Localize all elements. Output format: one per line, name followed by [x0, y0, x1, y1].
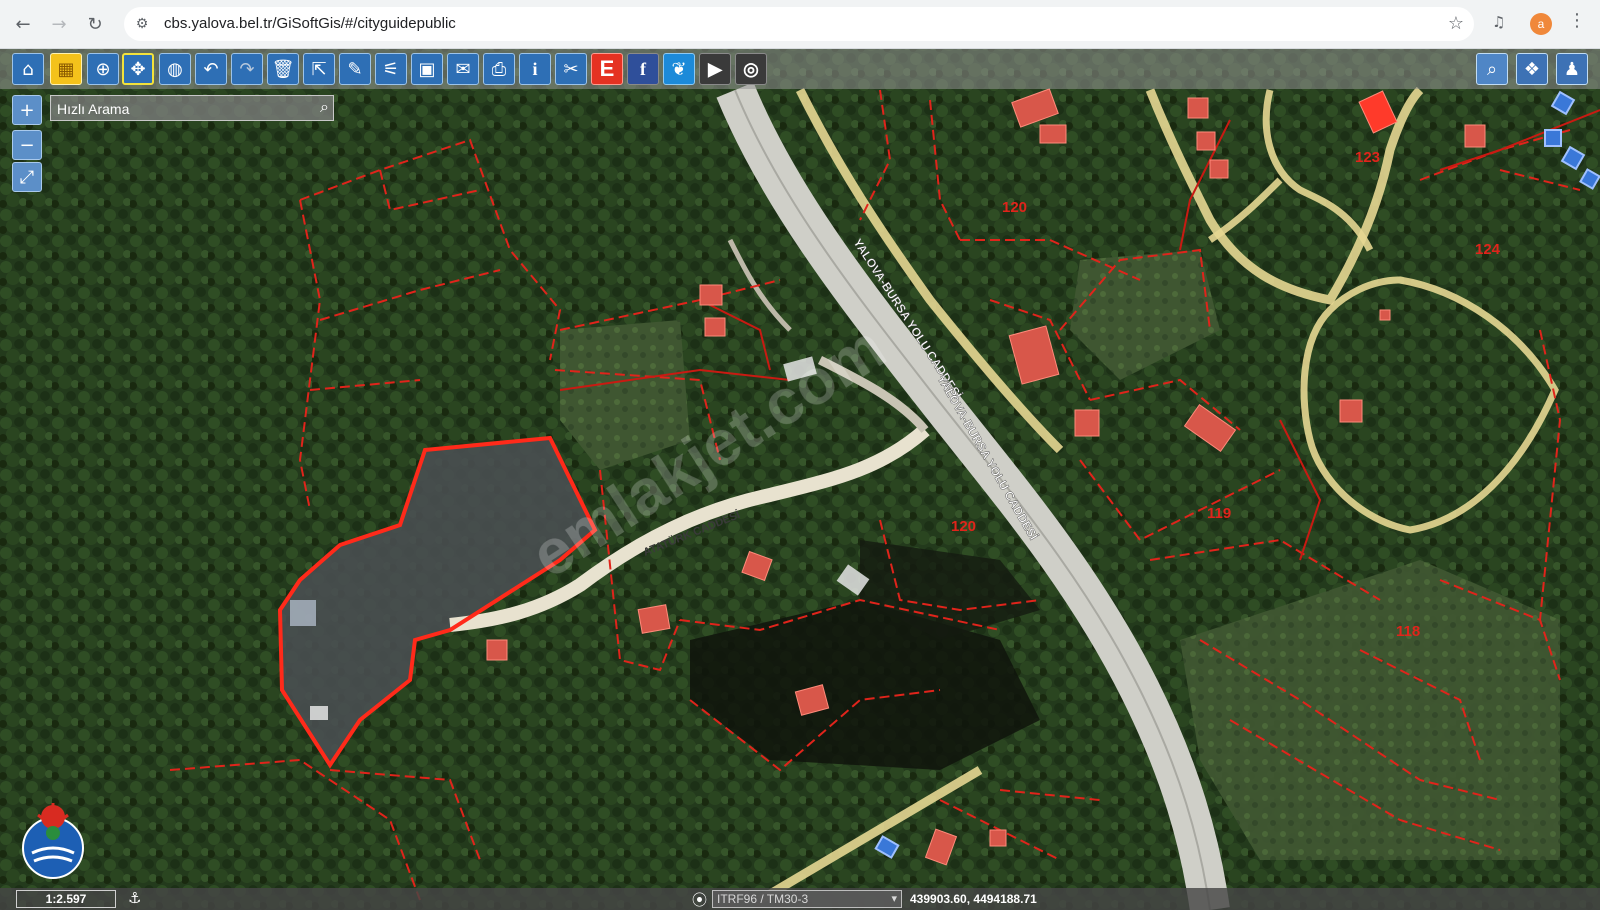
user-icon[interactable]: ♟ — [1556, 53, 1588, 85]
location-target-icon[interactable]: ⦿ — [692, 889, 707, 910]
undo-icon[interactable]: ↶ — [195, 53, 227, 85]
fullscreen-icon[interactable]: ⤢ — [12, 162, 42, 192]
municipality-logo — [22, 803, 84, 879]
coordinates-readout: 439903.60, 4494188.71 — [910, 892, 1037, 906]
select-grid-icon[interactable]: ▦ — [50, 53, 82, 85]
home-icon[interactable]: ⌂ — [12, 53, 44, 85]
measure-icon[interactable]: ⚓ — [128, 889, 141, 907]
search-input[interactable] — [55, 98, 309, 120]
profile-avatar[interactable]: a — [1530, 13, 1552, 35]
facebook-icon[interactable]: f — [627, 53, 659, 85]
scissors-icon[interactable]: ✂ — [555, 53, 587, 85]
chevron-down-icon: ▾ — [891, 892, 897, 905]
share-icon[interactable]: ⇱ — [303, 53, 335, 85]
media-control-icon[interactable]: ♫ — [1492, 13, 1514, 35]
pan-move-icon[interactable]: ✥ — [122, 53, 154, 85]
instagram-icon[interactable]: ◎ — [735, 53, 767, 85]
reload-icon[interactable]: ↻ — [80, 9, 110, 39]
parcel-number[interactable]: 118 — [1396, 623, 1420, 640]
parcel-number[interactable]: 120 — [951, 518, 976, 535]
twitter-icon[interactable]: ❦ — [663, 53, 695, 85]
site-info-icon[interactable]: ⚙ — [132, 14, 152, 34]
delete-icon[interactable]: 🗑 — [267, 53, 299, 85]
parcel-number[interactable]: 120 — [1002, 199, 1027, 216]
comment-icon[interactable]: ✉ — [447, 53, 479, 85]
search-icon[interactable]: ⌕ — [1476, 53, 1508, 85]
status-bar: 1:2.597 ⚓ ⦿ ITRF96 / TM30-3 ▾ 439903.60,… — [0, 888, 1600, 910]
projection-select[interactable]: ITRF96 / TM30-3 ▾ — [712, 890, 902, 908]
e-service-icon[interactable]: E — [591, 53, 623, 85]
projection-value: ITRF96 / TM30-3 — [717, 892, 809, 906]
parcel-number[interactable]: 123 — [1355, 149, 1380, 166]
edit-pencil-icon[interactable]: ✎ — [339, 53, 371, 85]
map-toolbar: ⌂ ▦ ⊕ ✥ ◍ ↶ ↷ 🗑 ⇱ ✎ ⚟ ▣ ✉ ⎙ i ✂ E f ❦ ▶ … — [0, 49, 1600, 89]
layers-icon[interactable]: ❖ — [1516, 53, 1548, 85]
print-icon[interactable]: ⎙ — [483, 53, 515, 85]
back-arrow-icon[interactable]: ← — [8, 9, 38, 39]
parcel-number[interactable]: 124 — [1475, 241, 1501, 258]
quick-search[interactable]: ⌕ — [50, 95, 334, 121]
address-bar[interactable]: ⚙ cbs.yalova.bel.tr/GiSoftGis/#/cityguid… — [124, 7, 1474, 41]
frame-icon[interactable]: ▣ — [411, 53, 443, 85]
browser-toolbar: ← → ↻ ⚙ cbs.yalova.bel.tr/GiSoftGis/#/ci… — [0, 0, 1600, 49]
parcel-number[interactable]: 119 — [1207, 505, 1231, 522]
measure-tool-icon[interactable]: ⚟ — [375, 53, 407, 85]
globe-icon[interactable]: ◍ — [159, 53, 191, 85]
scale-display[interactable]: 1:2.597 — [16, 890, 116, 908]
zoom-in-button[interactable]: + — [12, 95, 42, 125]
satellite-map[interactable]: YALOVA-BURSA YOLU CADDESİ YALOVA-BURSA Y… — [0, 49, 1600, 910]
info-icon[interactable]: i — [519, 53, 551, 85]
url-text[interactable]: cbs.yalova.bel.tr/GiSoftGis/#/cityguidep… — [164, 15, 456, 32]
redo-icon[interactable]: ↷ — [231, 53, 263, 85]
youtube-icon[interactable]: ▶ — [699, 53, 731, 85]
zoom-search-icon[interactable]: ⊕ — [87, 53, 119, 85]
zoom-out-button[interactable]: − — [12, 130, 42, 160]
browser-menu-icon[interactable]: ⋮ — [1568, 10, 1586, 31]
search-icon[interactable]: ⌕ — [320, 97, 329, 117]
forward-arrow-icon[interactable]: → — [44, 9, 74, 39]
bookmark-star-icon[interactable]: ☆ — [1448, 13, 1464, 34]
